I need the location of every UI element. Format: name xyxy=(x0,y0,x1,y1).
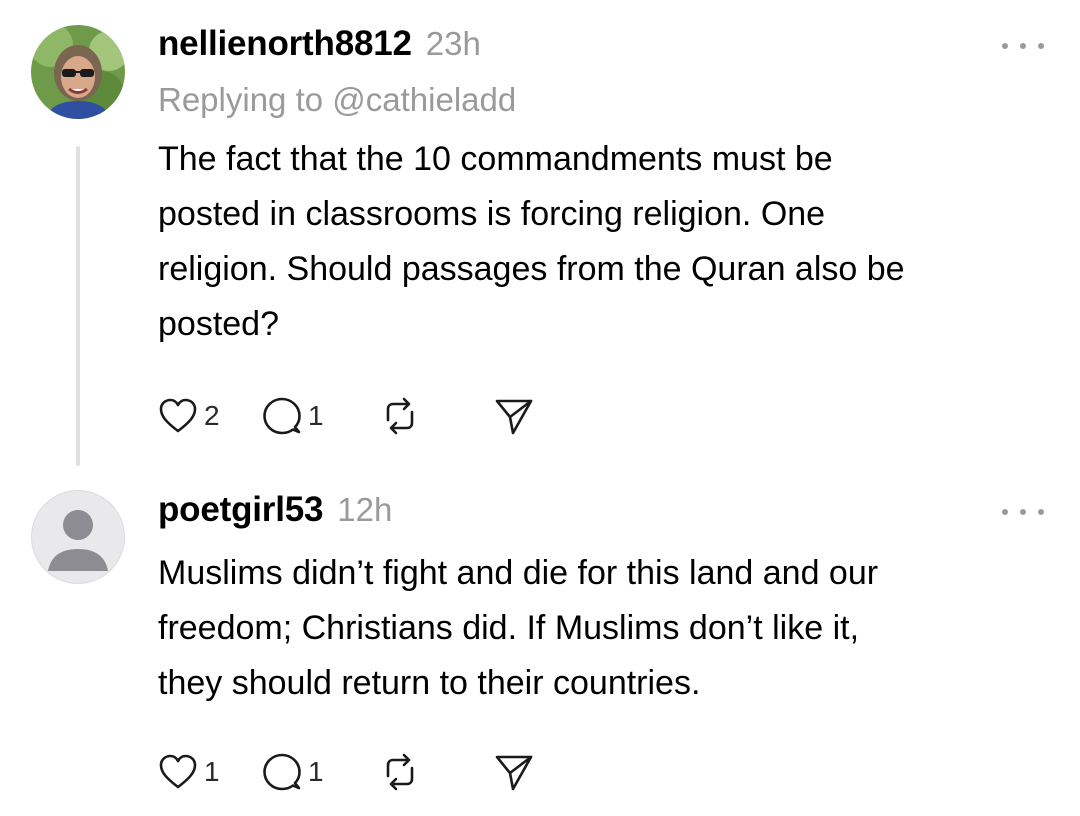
reply-button[interactable]: 1 xyxy=(262,396,324,436)
action-bar: 2 1 xyxy=(158,394,566,438)
comment-line: posted? xyxy=(158,305,279,343)
like-count: 1 xyxy=(204,756,220,787)
comment-icon xyxy=(263,397,301,435)
send-icon xyxy=(495,399,533,435)
comment-body: Muslims didn’t fight and die for this la… xyxy=(158,546,1038,711)
repost-button[interactable] xyxy=(380,752,420,792)
comment-line: religion. Should passages from the Quran… xyxy=(158,250,905,288)
share-button[interactable] xyxy=(494,396,534,436)
avatar[interactable] xyxy=(31,490,125,584)
comment-header: poetgirl53 12h xyxy=(158,490,392,530)
reply-button[interactable]: 1 xyxy=(262,752,324,792)
comment-line: Muslims didn’t fight and die for this la… xyxy=(158,554,879,592)
like-button[interactable]: 2 xyxy=(158,397,220,435)
thread-line xyxy=(76,146,80,466)
replying-to[interactable]: Replying to @cathieladd xyxy=(158,81,516,119)
action-bar: 1 1 xyxy=(158,750,566,794)
username[interactable]: nellienorth8812 xyxy=(158,24,412,64)
comment-line: freedom; Christians did. If Muslims don’… xyxy=(158,609,860,647)
reply-count: 1 xyxy=(308,400,324,431)
heart-icon xyxy=(159,398,197,433)
like-count: 2 xyxy=(204,400,220,431)
like-button[interactable]: 1 xyxy=(158,753,220,791)
comment-line: they should return to their countries. xyxy=(158,664,701,702)
comment-line: The fact that the 10 commandments must b… xyxy=(158,140,833,178)
more-options-icon[interactable] xyxy=(1002,40,1044,52)
comment-body: The fact that the 10 commandments must b… xyxy=(158,132,1038,352)
reply-count: 1 xyxy=(308,756,324,787)
repost-icon xyxy=(386,753,414,791)
default-user-icon xyxy=(48,510,108,571)
username[interactable]: poetgirl53 xyxy=(158,490,323,530)
repost-icon xyxy=(386,397,414,435)
timestamp: 12h xyxy=(337,491,393,528)
comment-icon xyxy=(263,753,301,791)
heart-icon xyxy=(159,754,197,789)
more-options-icon[interactable] xyxy=(1002,506,1044,518)
send-icon xyxy=(495,755,533,791)
comment-line: posted in classrooms is forcing religion… xyxy=(158,195,826,233)
comment-header: nellienorth8812 23h xyxy=(158,24,481,64)
timestamp: 23h xyxy=(425,25,481,62)
avatar[interactable] xyxy=(31,25,125,119)
share-button[interactable] xyxy=(494,752,534,792)
repost-button[interactable] xyxy=(380,396,420,436)
